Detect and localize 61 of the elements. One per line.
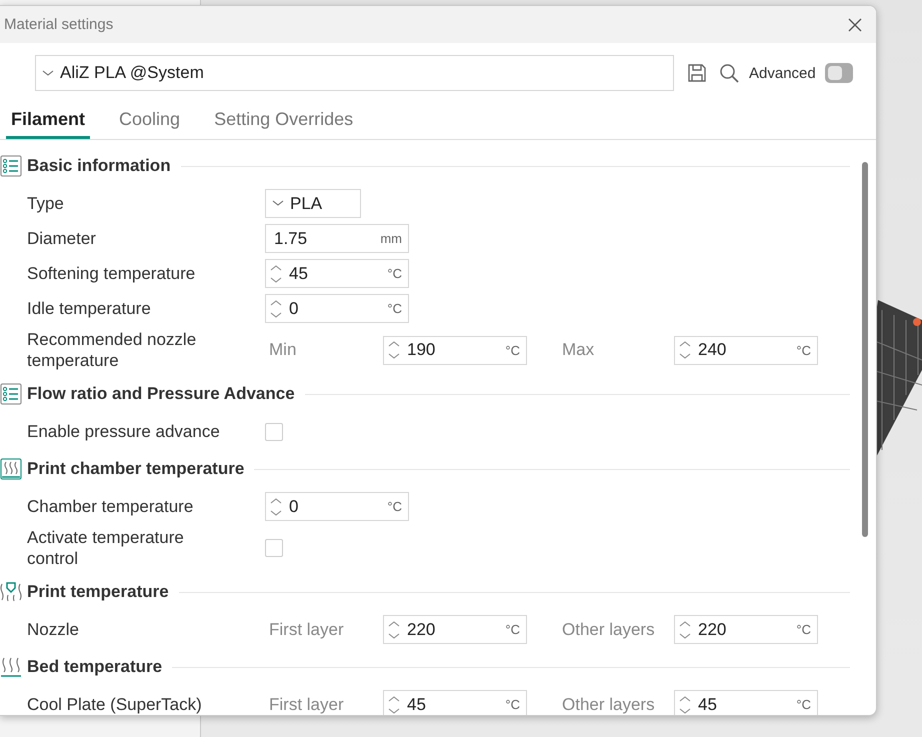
advanced-toggle[interactable] bbox=[824, 63, 853, 83]
number-field[interactable]: 0 °C bbox=[265, 492, 409, 521]
field-label: Other layers bbox=[562, 620, 656, 640]
spinner-icon[interactable] bbox=[679, 694, 691, 714]
field-label: First layer bbox=[268, 620, 345, 640]
list-icon bbox=[0, 383, 22, 405]
scrollbar[interactable] bbox=[862, 162, 868, 537]
save-icon[interactable] bbox=[687, 63, 707, 83]
type-dropdown[interactable]: PLA bbox=[265, 189, 361, 218]
setting-label: Diameter bbox=[27, 228, 97, 249]
setting-label: Enable pressure advance bbox=[27, 421, 221, 442]
chevron-down-icon bbox=[272, 200, 284, 207]
number-field[interactable]: 1.75 mm bbox=[265, 224, 409, 253]
section-title: Print chamber temperature bbox=[27, 459, 244, 479]
close-icon[interactable] bbox=[848, 18, 862, 32]
number-field[interactable]: 240 °C bbox=[674, 336, 818, 364]
setting-label: Softening temperature bbox=[27, 263, 196, 284]
spinner-icon[interactable] bbox=[270, 496, 282, 516]
setting-label: Idle temperature bbox=[27, 298, 152, 319]
spinner-icon[interactable] bbox=[679, 340, 691, 360]
setting-label: Chamber temperature bbox=[27, 496, 194, 517]
field-label: First layer bbox=[268, 694, 345, 714]
number-field[interactable]: 45 °C bbox=[383, 690, 527, 715]
chevron-down-icon bbox=[42, 70, 54, 76]
spinner-icon[interactable] bbox=[679, 620, 691, 640]
window-title: Material settings bbox=[4, 16, 114, 33]
section-title: Flow ratio and Pressure Advance bbox=[27, 384, 295, 404]
nozzle-icon bbox=[0, 581, 22, 603]
field-label: Max bbox=[562, 340, 596, 360]
number-field[interactable]: 190 °C bbox=[383, 336, 527, 364]
number-field[interactable]: 220 °C bbox=[383, 615, 527, 644]
setting-label: Type bbox=[27, 193, 65, 214]
number-field[interactable]: 45 °C bbox=[265, 259, 409, 288]
setting-label: Nozzle bbox=[27, 619, 80, 640]
spinner-icon[interactable] bbox=[388, 694, 400, 714]
tab[interactable]: Setting Overrides bbox=[209, 107, 358, 139]
number-field[interactable]: 220 °C bbox=[674, 615, 818, 644]
section-title: Print temperature bbox=[27, 582, 169, 602]
preset-dropdown[interactable]: AliZ PLA @System bbox=[35, 55, 674, 91]
spinner-icon[interactable] bbox=[388, 340, 400, 360]
tab[interactable]: Cooling bbox=[114, 107, 186, 139]
section-title: Basic information bbox=[27, 156, 171, 176]
checkbox[interactable] bbox=[265, 422, 283, 440]
list-icon bbox=[0, 155, 22, 177]
section-title: Bed temperature bbox=[27, 657, 162, 677]
heat-waves-icon bbox=[0, 656, 22, 678]
heat-waves-icon bbox=[0, 458, 22, 480]
spinner-icon[interactable] bbox=[388, 620, 400, 640]
field-label: Min bbox=[268, 340, 298, 360]
spinner-icon[interactable] bbox=[270, 298, 282, 318]
spinner-icon[interactable] bbox=[270, 264, 282, 284]
checkbox[interactable] bbox=[265, 539, 283, 557]
setting-label: Cool Plate (SuperTack) bbox=[27, 694, 203, 715]
advanced-label: Advanced bbox=[749, 64, 816, 82]
setting-label: Activate temperature control bbox=[27, 527, 185, 569]
number-field[interactable]: 45 °C bbox=[674, 690, 818, 715]
tab[interactable]: Filament bbox=[6, 107, 90, 139]
number-field[interactable]: 0 °C bbox=[265, 294, 409, 323]
setting-label: Recommended nozzle temperature bbox=[27, 329, 198, 371]
search-icon[interactable] bbox=[719, 63, 739, 83]
field-label: Other layers bbox=[562, 694, 656, 714]
